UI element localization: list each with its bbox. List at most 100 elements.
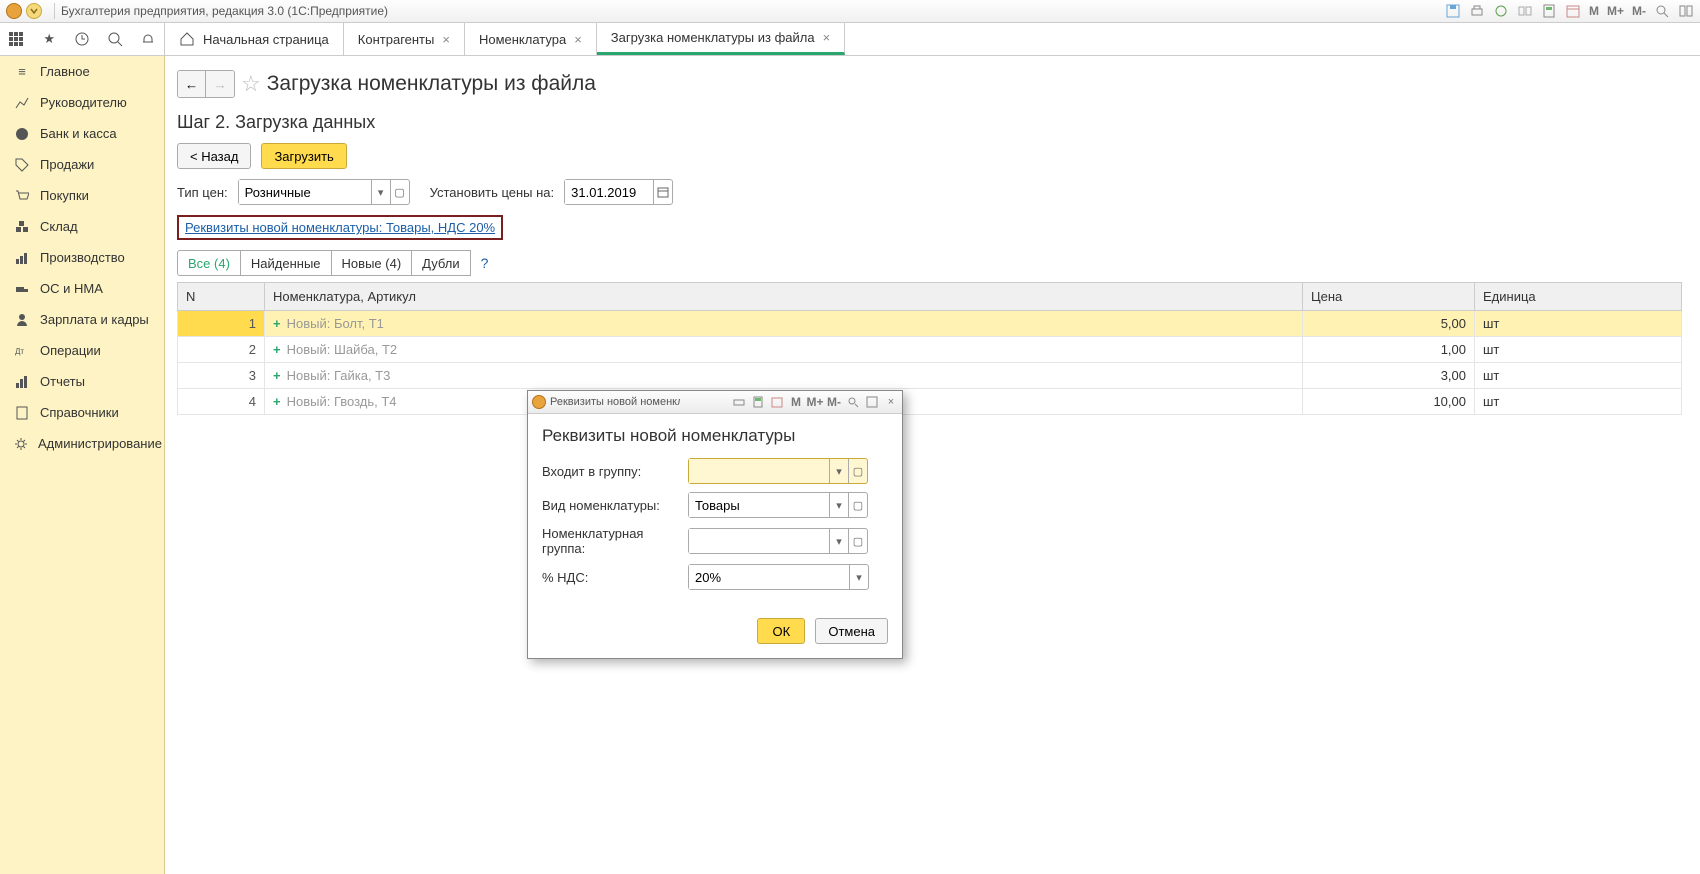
app-menu-dropdown-icon[interactable] <box>26 3 42 19</box>
table-row[interactable]: 3+Новый: Гайка, Т33,00шт <box>178 363 1682 389</box>
zoom-icon[interactable] <box>1654 3 1670 19</box>
dropdown-icon[interactable]: ▾ <box>849 565 868 589</box>
tabs: Начальная страница Контрагенты × Номенкл… <box>165 23 845 55</box>
set-prices-label: Установить цены на: <box>430 185 555 200</box>
cancel-button[interactable]: Отмена <box>815 618 888 644</box>
quick-icons: ★ <box>0 23 165 55</box>
open-icon[interactable]: ▢ <box>390 180 409 204</box>
ok-button[interactable]: ОК <box>757 618 805 644</box>
sidebar-item-reports[interactable]: Отчеты <box>0 366 164 397</box>
filter-tab-found[interactable]: Найденные <box>240 250 332 276</box>
dialog-calc-icon[interactable] <box>751 395 765 409</box>
dialog-calendar-icon[interactable] <box>770 395 784 409</box>
sidebar-item-operations[interactable]: ДтОперации <box>0 335 164 366</box>
panels-icon[interactable] <box>1678 3 1694 19</box>
forward-button[interactable]: → <box>206 71 234 97</box>
date-combo[interactable] <box>564 179 673 205</box>
date-input[interactable] <box>565 180 653 204</box>
plus-icon: + <box>273 316 281 331</box>
sidebar-item-main[interactable]: ≡Главное <box>0 56 164 87</box>
load-button[interactable]: Загрузить <box>261 143 346 169</box>
help-icon[interactable]: ? <box>481 255 489 271</box>
save-icon[interactable] <box>1445 3 1461 19</box>
sidebar-item-sales[interactable]: Продажи <box>0 149 164 180</box>
close-icon[interactable]: × <box>442 32 450 47</box>
star-icon[interactable]: ★ <box>39 29 59 49</box>
dialog-mplus-button[interactable]: M+ <box>808 395 822 409</box>
bars-icon <box>14 374 30 390</box>
dropdown-icon[interactable]: ▾ <box>829 529 848 553</box>
dropdown-icon[interactable]: ▾ <box>829 493 848 517</box>
print-icon[interactable] <box>1469 3 1485 19</box>
requisites-link[interactable]: Реквизиты новой номенклатуры: Товары, НД… <box>177 215 503 240</box>
table-row[interactable]: 2+Новый: Шайба, Т21,00шт <box>178 337 1682 363</box>
table-row[interactable]: 1+Новый: Болт, Т15,00шт <box>178 311 1682 337</box>
dialog-m-button[interactable]: M <box>789 395 803 409</box>
col-nomenclature[interactable]: Номенклатура, Артикул <box>265 283 1303 311</box>
type-combo[interactable]: ▾ ▢ <box>688 492 868 518</box>
type-input[interactable] <box>689 493 829 517</box>
sidebar-item-directories[interactable]: Справочники <box>0 397 164 428</box>
tab-nomenclature[interactable]: Номенклатура × <box>465 23 597 55</box>
filter-tab-duplicates[interactable]: Дубли <box>411 250 470 276</box>
sidebar-item-warehouse[interactable]: Склад <box>0 211 164 242</box>
col-price[interactable]: Цена <box>1303 283 1475 311</box>
history-icon[interactable] <box>72 29 92 49</box>
sidebar-item-salary[interactable]: Зарплата и кадры <box>0 304 164 335</box>
tab-contractors[interactable]: Контрагенты × <box>344 23 465 55</box>
price-type-input[interactable] <box>239 180 371 204</box>
open-icon[interactable]: ▢ <box>848 493 867 517</box>
tab-load-from-file[interactable]: Загрузка номенклатуры из файла × <box>597 23 845 55</box>
cell-unit: шт <box>1475 389 1682 415</box>
sidebar-item-admin[interactable]: Администрирование <box>0 428 164 459</box>
person-icon <box>14 312 30 328</box>
group-combo[interactable]: ▾ ▢ <box>688 458 868 484</box>
calendar-icon[interactable] <box>653 180 672 204</box>
memory-mminus-button[interactable]: M- <box>1632 4 1646 18</box>
sidebar-item-purchases[interactable]: Покупки <box>0 180 164 211</box>
col-unit[interactable]: Единица <box>1475 283 1682 311</box>
sidebar-item-assets[interactable]: ОС и НМА <box>0 273 164 304</box>
open-icon[interactable]: ▢ <box>848 529 867 553</box>
calendar-icon[interactable] <box>1565 3 1581 19</box>
favorite-star-icon[interactable]: ☆ <box>241 71 261 97</box>
sidebar-item-manager[interactable]: Руководителю <box>0 87 164 118</box>
dialog-print-icon[interactable] <box>732 395 746 409</box>
dialog-close-icon[interactable]: × <box>884 395 898 409</box>
dropdown-icon[interactable]: ▾ <box>829 459 848 483</box>
nomgroup-combo[interactable]: ▾ ▢ <box>688 528 868 554</box>
vat-combo[interactable]: ▾ <box>688 564 869 590</box>
bell-icon[interactable] <box>138 29 158 49</box>
tab-home[interactable]: Начальная страница <box>165 23 344 55</box>
back-button[interactable]: ← <box>178 71 206 97</box>
search-icon[interactable] <box>105 29 125 49</box>
filter-tab-new[interactable]: Новые (4) <box>331 250 413 276</box>
price-type-combo[interactable]: ▾ ▢ <box>238 179 410 205</box>
vat-input[interactable] <box>689 565 849 589</box>
vat-label: % НДС: <box>542 570 688 585</box>
sidebar-item-production[interactable]: Производство <box>0 242 164 273</box>
dropdown-icon[interactable]: ▾ <box>371 180 390 204</box>
tab-label: Загрузка номенклатуры из файла <box>611 30 815 45</box>
open-icon[interactable]: ▢ <box>848 459 867 483</box>
close-icon[interactable]: × <box>574 32 582 47</box>
back-step-button[interactable]: < Назад <box>177 143 251 169</box>
dialog-mminus-button[interactable]: M- <box>827 395 841 409</box>
table-row[interactable]: 4+Новый: Гвоздь, Т410,00шт <box>178 389 1682 415</box>
memory-mplus-button[interactable]: M+ <box>1607 4 1624 18</box>
calculator-icon[interactable] <box>1541 3 1557 19</box>
dialog-zoom-icon[interactable] <box>846 395 860 409</box>
apps-icon[interactable] <box>6 29 26 49</box>
compare-icon[interactable] <box>1517 3 1533 19</box>
col-n[interactable]: N <box>178 283 265 311</box>
cell-n: 4 <box>178 389 265 415</box>
link-icon[interactable] <box>1493 3 1509 19</box>
dialog-titlebar[interactable]: Реквизиты новой номенклат... M M+ M- × <box>528 391 902 414</box>
nomgroup-input[interactable] <box>689 529 829 553</box>
sidebar-item-bank[interactable]: Банк и касса <box>0 118 164 149</box>
memory-m-button[interactable]: M <box>1589 4 1599 18</box>
group-input[interactable] <box>689 459 829 483</box>
close-icon[interactable]: × <box>823 30 831 45</box>
filter-tab-all[interactable]: Все (4) <box>177 250 241 276</box>
dialog-maximize-icon[interactable] <box>865 395 879 409</box>
